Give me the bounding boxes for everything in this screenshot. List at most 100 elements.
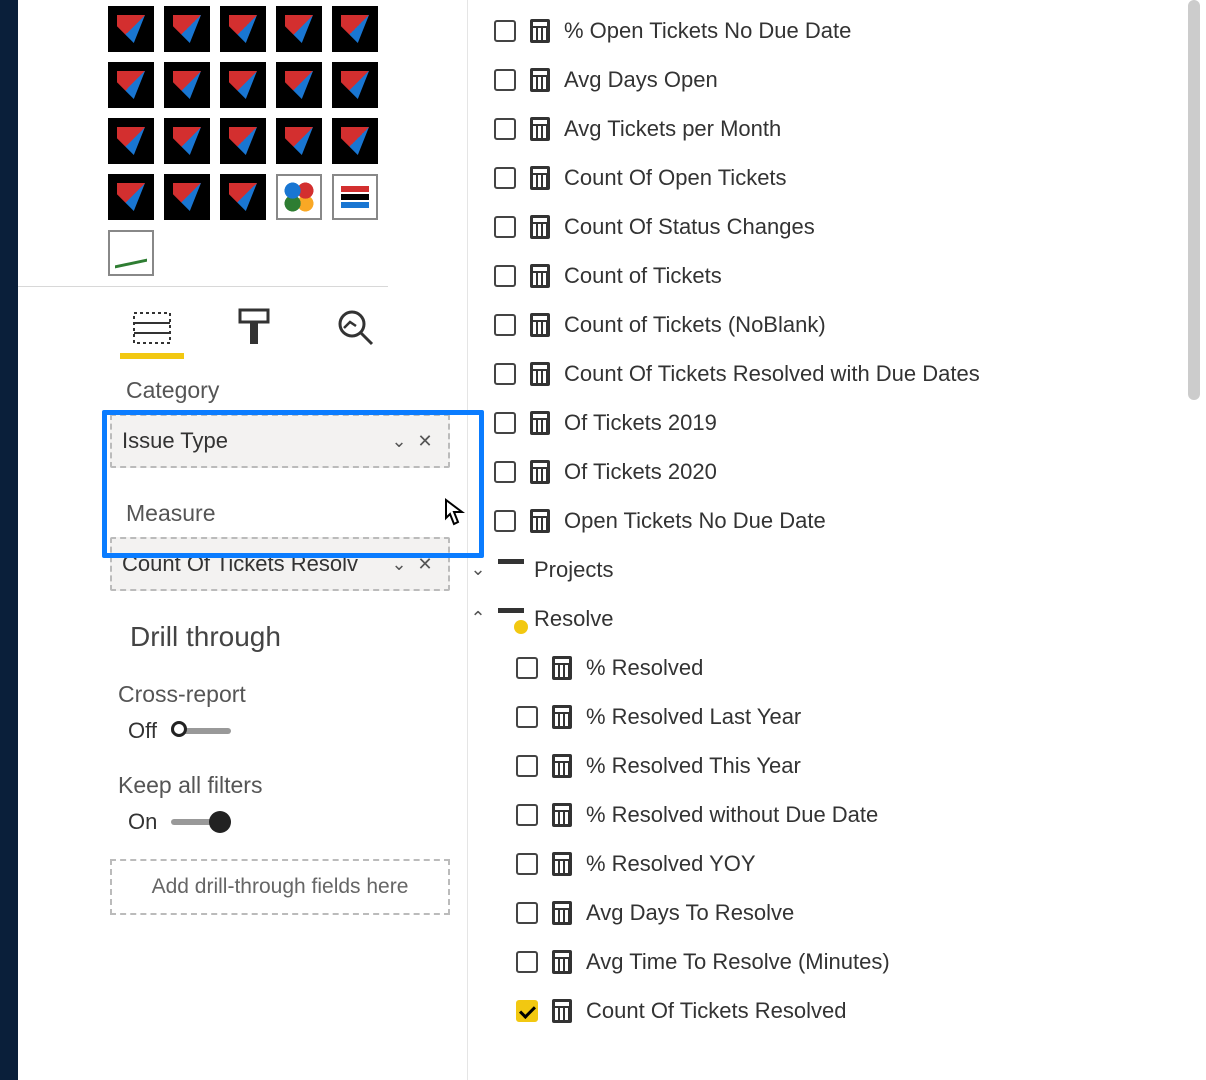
field-label: % Resolved without Due Date (586, 802, 878, 828)
field-item[interactable]: Avg Tickets per Month (468, 104, 1182, 153)
viz-type-icon[interactable] (108, 62, 154, 108)
field-item[interactable]: % Resolved This Year (468, 741, 1182, 790)
field-item[interactable]: Count Of Open Tickets (468, 153, 1182, 202)
chevron-down-icon[interactable]: ⌄ (386, 431, 412, 452)
field-item[interactable]: Count of Tickets (NoBlank) (468, 300, 1182, 349)
field-label: % Open Tickets No Due Date (564, 18, 851, 44)
cross-report-toggle[interactable]: Off (18, 718, 467, 744)
viz-type-icon[interactable] (108, 118, 154, 164)
field-label: Count Of Status Changes (564, 214, 815, 240)
viz-type-icon[interactable] (164, 62, 210, 108)
checkbox[interactable] (494, 412, 516, 434)
checkbox[interactable] (494, 510, 516, 532)
field-item[interactable]: Count Of Tickets Resolved with Due Dates (468, 349, 1182, 398)
chevron-down-icon[interactable]: ⌄ (468, 559, 488, 580)
field-item[interactable]: Of Tickets 2019 (468, 398, 1182, 447)
checkbox[interactable] (516, 706, 538, 728)
keep-filters-toggle[interactable]: On (18, 809, 467, 835)
app-left-stripe (0, 0, 18, 1080)
viz-type-icon[interactable] (332, 6, 378, 52)
field-item[interactable]: % Resolved Last Year (468, 692, 1182, 741)
checkbox[interactable] (516, 902, 538, 924)
measure-icon (552, 852, 572, 876)
viz-type-icon[interactable] (332, 118, 378, 164)
table-group-projects[interactable]: ⌄ Projects (468, 545, 1182, 594)
field-item[interactable]: % Resolved without Due Date (468, 790, 1182, 839)
checkbox[interactable] (494, 20, 516, 42)
checkbox[interactable] (494, 314, 516, 336)
viz-type-icon[interactable] (164, 118, 210, 164)
viz-type-icon[interactable] (220, 118, 266, 164)
field-label: Avg Time To Resolve (Minutes) (586, 949, 890, 975)
cross-report-value: Off (128, 718, 157, 744)
category-field-value: Issue Type (122, 428, 386, 454)
main-wrap: Category Issue Type ⌄ ✕ Measure Count Of… (18, 0, 1206, 1080)
viz-type-icon[interactable] (276, 118, 322, 164)
checkbox[interactable] (494, 69, 516, 91)
viz-type-icon[interactable] (276, 6, 322, 52)
table-icon (498, 608, 524, 630)
field-item[interactable]: Open Tickets No Due Date (468, 496, 1182, 545)
viz-type-icon[interactable] (220, 62, 266, 108)
tab-format[interactable] (228, 305, 280, 351)
viz-type-icon[interactable] (164, 6, 210, 52)
viz-type-icon[interactable] (108, 6, 154, 52)
measure-icon (530, 264, 550, 288)
field-item[interactable]: Avg Days Open (468, 55, 1182, 104)
viz-type-icon[interactable] (220, 174, 266, 220)
close-icon[interactable]: ✕ (412, 554, 438, 575)
field-item[interactable]: % Open Tickets No Due Date (468, 6, 1182, 55)
checkbox[interactable] (516, 1000, 538, 1022)
keep-filters-value: On (128, 809, 157, 835)
viz-type-icon[interactable] (108, 230, 154, 276)
checkbox[interactable] (494, 118, 516, 140)
category-field-well[interactable]: Issue Type ⌄ ✕ (110, 414, 450, 468)
measure-icon (552, 950, 572, 974)
chevron-up-icon[interactable]: ⌃ (468, 608, 488, 629)
field-item[interactable]: Avg Days To Resolve (468, 888, 1182, 937)
tab-analytics[interactable] (330, 305, 382, 351)
checkbox[interactable] (516, 657, 538, 679)
group-label: Projects (534, 557, 613, 583)
checkbox[interactable] (494, 216, 516, 238)
toggle-switch-icon (171, 819, 231, 825)
viz-type-icon[interactable] (108, 174, 154, 220)
checkbox[interactable] (494, 265, 516, 287)
scroll-thumb[interactable] (1188, 0, 1200, 400)
field-item[interactable]: % Resolved YOY (468, 839, 1182, 888)
measure-icon (530, 509, 550, 533)
viz-type-icon[interactable] (220, 6, 266, 52)
checkbox[interactable] (516, 951, 538, 973)
tab-fields[interactable] (126, 305, 178, 351)
table-icon (498, 559, 524, 581)
measure-field-well[interactable]: Count Of Tickets Resolv ⌄ ✕ (110, 537, 450, 591)
drop-zone-placeholder: Add drill-through fields here (152, 875, 409, 899)
checkbox[interactable] (494, 461, 516, 483)
checkbox[interactable] (494, 167, 516, 189)
measure-icon (530, 215, 550, 239)
checkbox[interactable] (494, 363, 516, 385)
chevron-down-icon[interactable]: ⌄ (386, 554, 412, 575)
fields-scrollbar[interactable] (1182, 0, 1206, 1080)
measure-section-label: Measure (18, 468, 467, 537)
close-icon[interactable]: ✕ (412, 431, 438, 452)
viz-type-icon[interactable] (164, 174, 210, 220)
measure-icon (552, 754, 572, 778)
field-item[interactable]: Of Tickets 2020 (468, 447, 1182, 496)
measure-icon (552, 901, 572, 925)
checkbox[interactable] (516, 804, 538, 826)
field-item[interactable]: Count Of Status Changes (468, 202, 1182, 251)
viz-type-icon[interactable] (276, 62, 322, 108)
table-group-resolve[interactable]: ⌃Resolve (468, 594, 1182, 643)
field-item[interactable]: Avg Time To Resolve (Minutes) (468, 937, 1182, 986)
field-item[interactable]: Count of Tickets (468, 251, 1182, 300)
checkbox[interactable] (516, 755, 538, 777)
checkbox[interactable] (516, 853, 538, 875)
drill-through-drop-zone[interactable]: Add drill-through fields here (110, 859, 450, 915)
field-item[interactable]: % Resolved (468, 643, 1182, 692)
viz-type-icon[interactable] (332, 62, 378, 108)
viz-type-icon[interactable] (332, 174, 378, 220)
measure-icon (530, 117, 550, 141)
field-item[interactable]: Count Of Tickets Resolved (468, 986, 1182, 1035)
viz-type-icon[interactable] (276, 174, 322, 220)
